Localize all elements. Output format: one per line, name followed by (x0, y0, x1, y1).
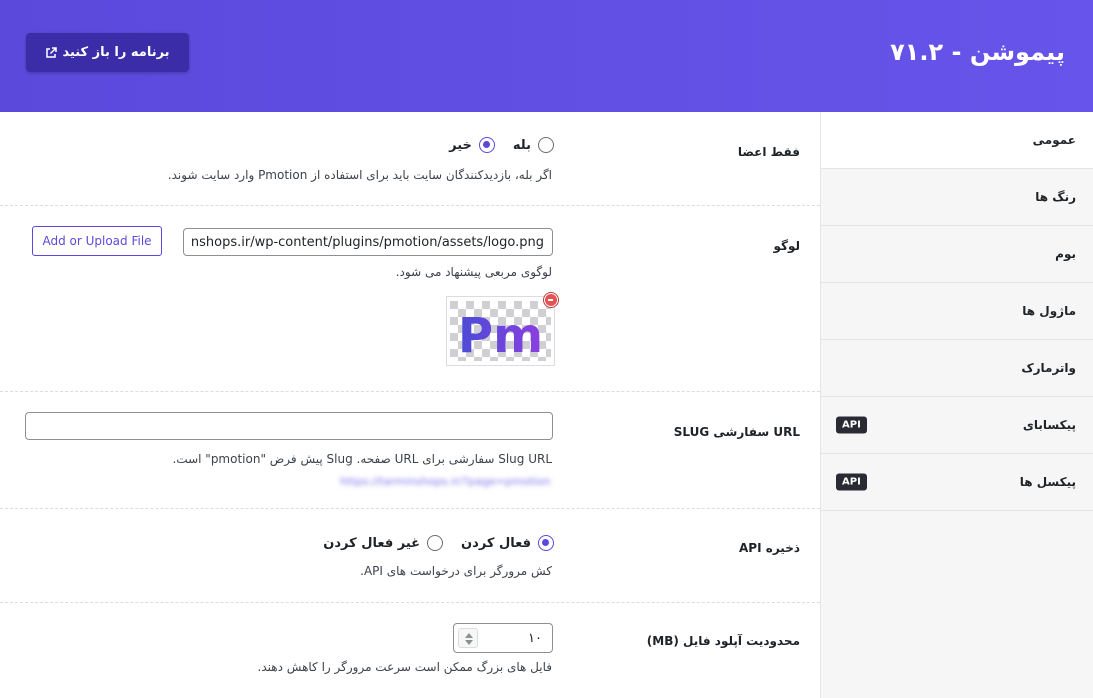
page-header: پیموشن - ۷۱.۲ برنامه را باز کنید (0, 0, 1093, 112)
page-title: پیموشن - ۷۱.۲ (890, 38, 1065, 66)
radio-disable[interactable] (427, 535, 444, 551)
radio-no[interactable] (478, 137, 495, 153)
number-stepper[interactable] (458, 628, 478, 648)
sidebar-item-label: بوم (1055, 247, 1076, 261)
radio-enable-label: فعال کردن (461, 535, 531, 551)
setting-members-only: فقط اعضا بله خیر اگر بله، بازدیدکنندگان … (0, 112, 820, 206)
members-only-label: فقط اعضا (737, 145, 800, 159)
add-upload-file-button[interactable]: Add or Upload File (32, 226, 162, 256)
upload-limit-input[interactable]: ۱۰ (453, 623, 553, 653)
members-only-no-option[interactable]: خیر (449, 137, 495, 153)
sidebar-item-general[interactable]: عمومی (821, 112, 1093, 169)
sidebar-item-label: واترمارک (1021, 361, 1076, 375)
api-cache-disable-option[interactable]: غیر فعال کردن (323, 535, 444, 551)
radio-yes-label: بله (512, 137, 531, 153)
sidebar-item-watermark[interactable]: واترمارک (821, 340, 1093, 397)
sidebar-item-modules[interactable]: ماژول ها (821, 283, 1093, 340)
sidebar-item-pixabay[interactable]: پیکسابای API (821, 397, 1093, 454)
radio-yes[interactable] (538, 137, 554, 153)
upload-limit-label: محدودیت آپلود فایل (MB) (646, 634, 800, 648)
setting-upload-limit: محدودیت آپلود فایل (MB) ۱۰ فایل های بزرگ… (0, 603, 820, 698)
sidebar-item-canvas[interactable]: بوم (821, 226, 1093, 283)
sidebar-item-label: عمومی (1032, 133, 1076, 147)
setting-api-cache: ذخیره API فعال کردن غیر فعال کردن کش مرو… (0, 509, 820, 603)
setting-logo: لوگو Add or Upload File لوگوی مربعی پیشن… (0, 206, 820, 392)
blurred-url: https://tarminshops.ir/?page=pmotion (340, 475, 554, 488)
sidebar-item-label: پیکسابای (1022, 418, 1076, 432)
sidebar-item-label: پیکسل ها (1019, 475, 1076, 489)
slug-label: URL سفارشی SLUG (673, 425, 800, 439)
open-app-button[interactable]: برنامه را باز کنید (26, 33, 189, 72)
settings-sidebar: عمومی رنگ ها بوم ماژول ها واترمارک پیکسا… (820, 112, 1093, 698)
members-only-radio-group: بله خیر (449, 137, 554, 153)
radio-enable[interactable] (538, 535, 554, 551)
sidebar-item-label: ماژول ها (1022, 304, 1076, 318)
sidebar-item-label: رنگ ها (1035, 190, 1076, 204)
sidebar-item-pexels[interactable]: پیکسل ها API (821, 454, 1093, 511)
api-badge: API (836, 473, 867, 491)
radio-no-label: خیر (449, 137, 472, 153)
setting-slug: URL سفارشی SLUG Slug URL سفارشی برای URL… (0, 392, 820, 509)
members-only-description: اگر بله، بازدیدکنندگان سایت باید برای اس… (167, 168, 552, 182)
logo-label: لوگو (773, 239, 800, 253)
upload-limit-value: ۱۰ (528, 631, 542, 646)
api-badge: API (836, 416, 867, 434)
slug-description: Slug URL سفارشی برای URL صفحه. Slug پیش … (172, 452, 552, 466)
remove-icon[interactable] (544, 293, 558, 307)
radio-disable-label: غیر فعال کردن (323, 535, 421, 551)
blurred-url-text: https://tarminshops.ir/?page=pmotion (340, 475, 551, 488)
slug-input[interactable] (25, 412, 553, 440)
sidebar-item-colors[interactable]: رنگ ها (821, 169, 1093, 226)
api-cache-description: کش مرورگر برای درخواست های API. (360, 564, 552, 578)
logo-description: لوگوی مربعی پیشنهاد می شود. (395, 265, 552, 279)
api-cache-label: ذخیره API (739, 541, 800, 555)
open-app-label: برنامه را باز کنید (62, 45, 170, 60)
api-cache-enable-option[interactable]: فعال کردن (461, 535, 554, 551)
members-only-yes-option[interactable]: بله (513, 137, 554, 153)
upload-limit-description: فایل های بزرگ ممکن است سرعت مرورگر را کا… (257, 660, 552, 674)
external-link-icon (46, 46, 58, 58)
logo-preview: Pm (446, 296, 555, 366)
logo-url-input[interactable] (183, 228, 553, 256)
logo-image: Pm (450, 301, 551, 361)
svg-text:Pm: Pm (458, 308, 543, 361)
api-cache-radio-group: فعال کردن غیر فعال کردن (323, 535, 554, 551)
